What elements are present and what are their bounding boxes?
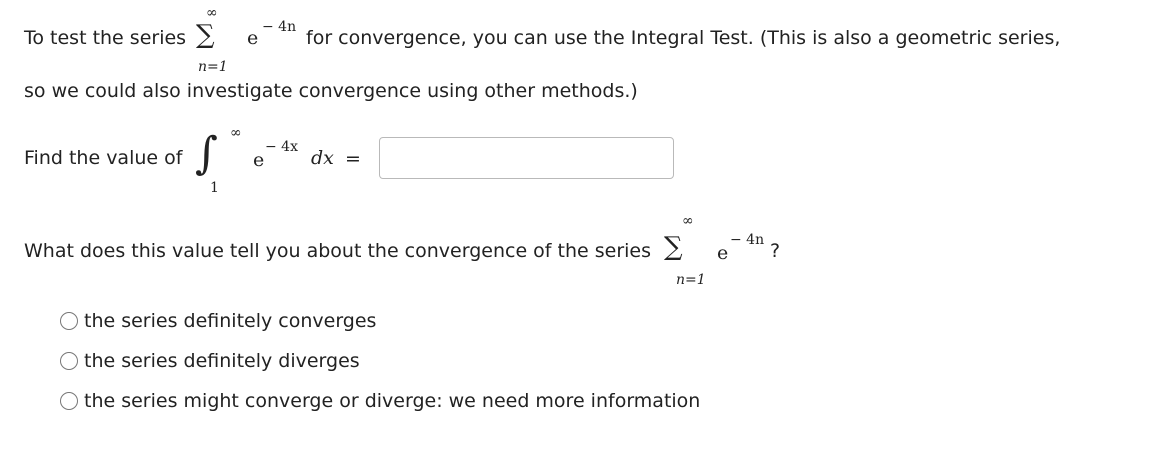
radio-button[interactable]: [60, 312, 78, 330]
integral-equals: =: [345, 148, 361, 170]
series-exponent: − 4n: [262, 19, 297, 35]
sum-symbol: ∑: [196, 20, 215, 50]
sum2-symbol: ∑: [664, 232, 683, 262]
series2-exponent: − 4n: [730, 232, 765, 248]
intro-line2: so we could also investigate convergence…: [24, 80, 638, 102]
radio-button[interactable]: [60, 392, 78, 410]
radio-button[interactable]: [60, 352, 78, 370]
sum2-upper-limit: ∞: [682, 213, 694, 229]
intro-middle: for convergence, you can use the Integra…: [306, 27, 1061, 49]
series-expression-1: ∞ ∑ n=1 e: [190, 5, 258, 76]
integral-symbol: ∫: [195, 128, 218, 179]
series-base: e: [247, 27, 259, 49]
sum-upper-limit: ∞: [206, 5, 218, 21]
option-converges[interactable]: the series definitely converges: [60, 310, 376, 332]
series2-base: e: [717, 242, 729, 264]
sum-lower-limit: n=1: [198, 59, 228, 75]
integral-lower-limit: 1: [210, 180, 219, 196]
series-expression-2: ∞ ∑ n=1 e: [664, 213, 728, 289]
integral-exponent: − 4x: [265, 139, 298, 155]
integral-answer-input[interactable]: [379, 137, 674, 179]
option-label: the series might converge or diverge: we…: [84, 390, 701, 412]
integral-upper-limit: ∞: [230, 125, 242, 141]
integral-label: Find the value of: [24, 147, 183, 169]
integral-differential: dx: [311, 147, 334, 169]
option-label: the series definitely diverges: [84, 350, 360, 372]
question-mark: ?: [770, 240, 781, 262]
sum2-lower-limit: n=1: [676, 272, 706, 288]
option-need-more-info[interactable]: the series might converge or diverge: we…: [60, 390, 700, 412]
option-label: the series definitely converges: [84, 310, 377, 332]
integral-base: e: [253, 149, 265, 171]
option-diverges[interactable]: the series definitely diverges: [60, 350, 360, 372]
question-text: What does this value tell you about the …: [24, 240, 652, 262]
intro-prefix: To test the series: [24, 27, 187, 49]
